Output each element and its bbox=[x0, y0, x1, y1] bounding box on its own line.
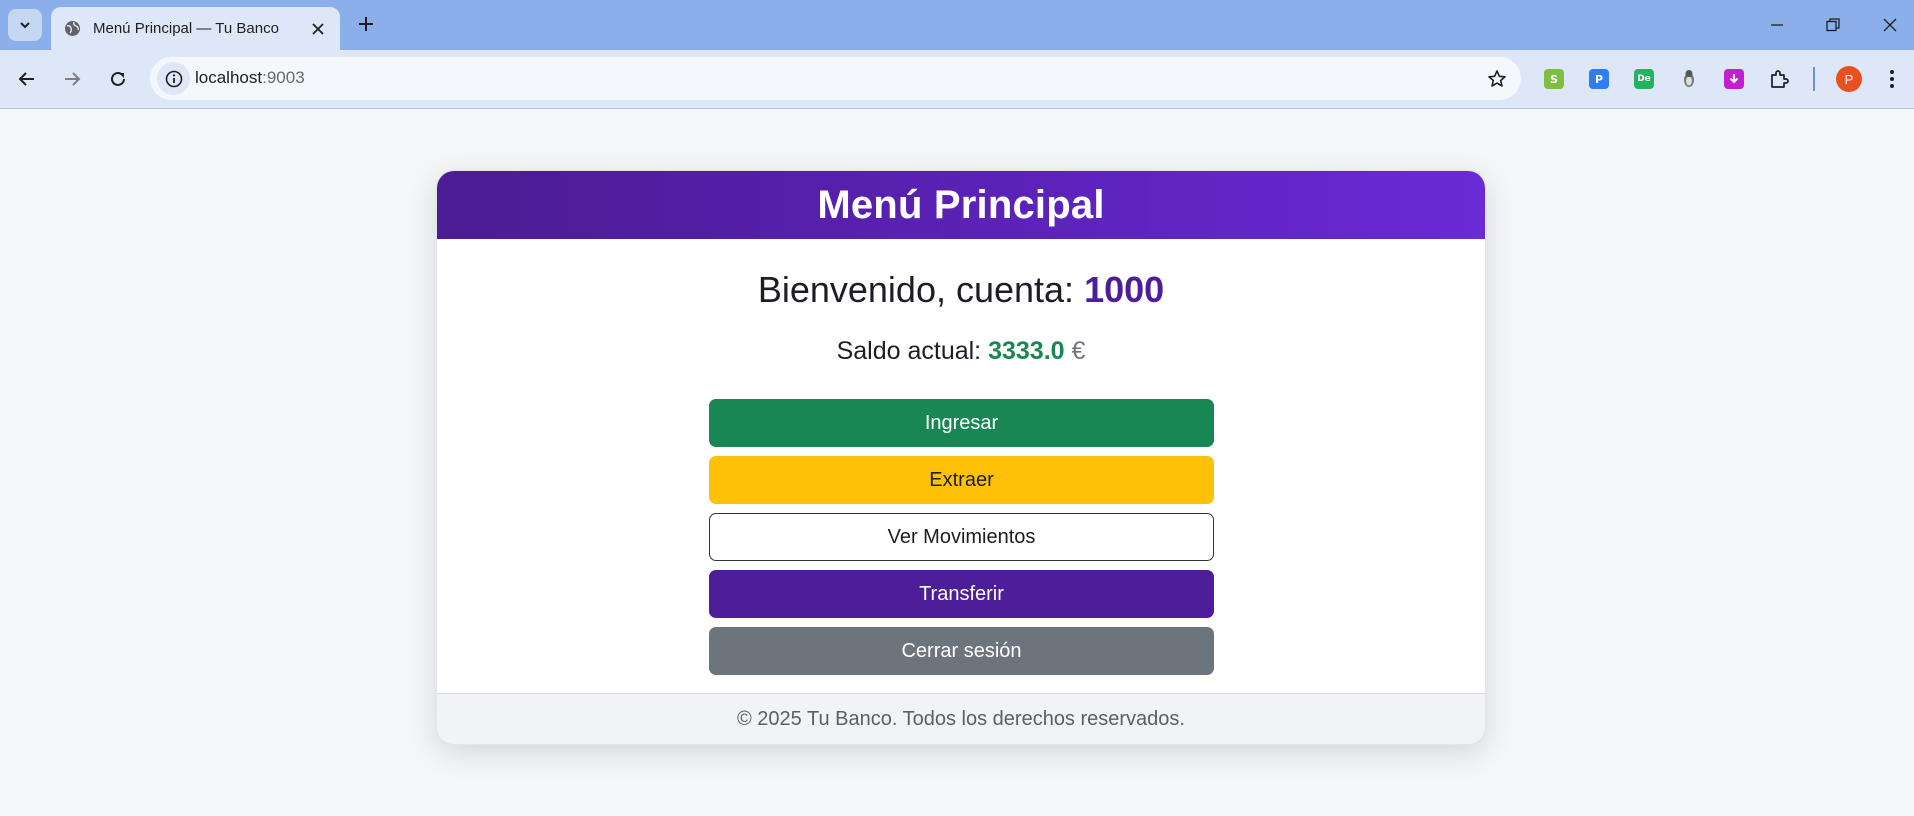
active-tab[interactable]: Menú Principal — Tu Banco bbox=[51, 7, 340, 50]
url-text[interactable]: localhost:9003 bbox=[195, 68, 305, 88]
minimize-icon[interactable] bbox=[1762, 10, 1792, 40]
balance-line: Saldo actual: 3333.0 € bbox=[437, 337, 1485, 366]
chevron-down-icon bbox=[20, 22, 30, 29]
welcome-message: Bienvenido, cuenta: 1000 bbox=[437, 269, 1485, 311]
url-port: :9003 bbox=[262, 68, 305, 87]
back-icon[interactable] bbox=[12, 64, 42, 94]
transfer-button[interactable]: Transferir bbox=[709, 570, 1214, 618]
page-title: Menú Principal bbox=[817, 182, 1105, 227]
currency-symbol: € bbox=[1071, 337, 1086, 365]
close-icon[interactable] bbox=[306, 17, 330, 41]
extensions-icon[interactable] bbox=[1767, 67, 1791, 91]
extension-icon-5[interactable] bbox=[1722, 67, 1746, 91]
extension-icon-4[interactable] bbox=[1677, 67, 1701, 91]
new-tab-icon[interactable] bbox=[354, 12, 378, 36]
bookmark-star-icon[interactable] bbox=[1485, 67, 1509, 91]
view-transactions-button[interactable]: Ver Movimientos bbox=[709, 513, 1214, 561]
menu-icon[interactable] bbox=[1880, 67, 1904, 91]
deposit-button[interactable]: Ingresar bbox=[709, 399, 1214, 447]
toolbar-separator bbox=[1813, 67, 1815, 91]
address-bar[interactable]: localhost:9003 bbox=[150, 57, 1521, 100]
url-host: localhost bbox=[195, 68, 263, 87]
profile-avatar[interactable]: P bbox=[1836, 66, 1862, 92]
tab-strip: Menú Principal — Tu Banco bbox=[0, 0, 1914, 50]
logout-button[interactable]: Cerrar sesión bbox=[709, 627, 1214, 675]
forward-icon[interactable] bbox=[57, 64, 87, 94]
withdraw-button[interactable]: Extraer bbox=[709, 456, 1214, 504]
footer: © 2025 Tu Banco. Todos los derechos rese… bbox=[437, 693, 1485, 744]
tab-search-button[interactable] bbox=[8, 9, 42, 41]
main-menu-card: Menú Principal Bienvenido, cuenta: 1000 … bbox=[436, 170, 1486, 745]
reload-icon[interactable] bbox=[103, 64, 133, 94]
window-close-icon[interactable] bbox=[1875, 10, 1905, 40]
account-number: 1000 bbox=[1084, 269, 1165, 310]
extension-icon-3[interactable]: De bbox=[1632, 67, 1656, 91]
site-info-icon[interactable] bbox=[157, 62, 190, 95]
balance-prefix: Saldo actual: bbox=[836, 337, 989, 365]
tab-title: Menú Principal — Tu Banco bbox=[93, 20, 279, 37]
globe-icon bbox=[63, 20, 81, 38]
extension-icon-2[interactable]: P bbox=[1587, 67, 1611, 91]
restore-icon[interactable] bbox=[1818, 10, 1848, 40]
extension-icon-1[interactable]: S bbox=[1542, 67, 1566, 91]
welcome-prefix: Bienvenido, cuenta: bbox=[757, 269, 1085, 310]
card-header: Menú Principal bbox=[437, 171, 1485, 239]
browser-toolbar: localhost:9003 S P De P bbox=[0, 50, 1914, 109]
balance-amount: 3333.0 bbox=[988, 337, 1065, 365]
